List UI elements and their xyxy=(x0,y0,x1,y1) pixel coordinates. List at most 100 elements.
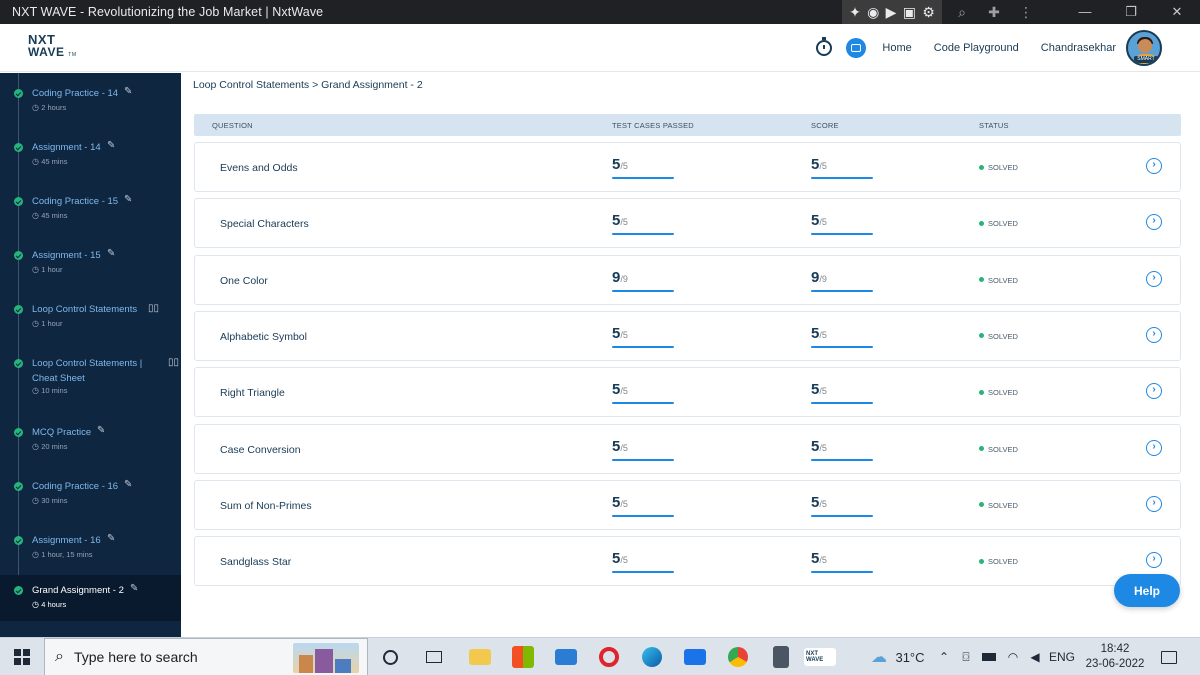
user-name[interactable]: Chandrasekhar xyxy=(1041,42,1116,54)
sidebar-item-duration: 30 mins xyxy=(32,496,67,505)
question-name[interactable]: One Color xyxy=(220,275,268,287)
video-icon[interactable]: ▶ xyxy=(886,5,897,19)
sidebar-item-label: Loop Control Statements xyxy=(32,304,138,315)
score-total: /5 xyxy=(819,217,827,228)
tests-progress-bar xyxy=(612,514,674,517)
chevron-up-icon[interactable]: ⌃ xyxy=(934,638,954,675)
start-button[interactable] xyxy=(0,638,44,675)
volume-icon[interactable]: ◀ xyxy=(1024,638,1046,675)
temperature-readout[interactable]: 31°C xyxy=(893,638,927,675)
arrow-right-icon[interactable]: › xyxy=(1146,270,1162,287)
question-name[interactable]: Right Triangle xyxy=(220,387,285,399)
question-name[interactable]: Special Characters xyxy=(220,218,309,230)
help-button[interactable]: Help xyxy=(1114,574,1180,607)
arrow-right-icon[interactable]: › xyxy=(1146,552,1162,569)
microsoft-store-icon[interactable] xyxy=(505,638,541,675)
language-indicator[interactable]: ENG xyxy=(1049,638,1075,675)
camera-icon[interactable]: ◉ xyxy=(867,5,879,19)
arrow-right-icon[interactable]: › xyxy=(1146,326,1162,343)
battery-icon[interactable] xyxy=(978,638,1000,675)
pencil-icon: ✎ xyxy=(124,86,133,97)
sidebar-item[interactable]: Assignment - 16 1 hour, 15 mins ✎ xyxy=(0,529,181,579)
question-name[interactable]: Case Conversion xyxy=(220,444,301,456)
question-name[interactable]: Alphabetic Symbol xyxy=(220,331,307,343)
arrow-right-icon[interactable]: › xyxy=(1146,439,1162,456)
question-name[interactable]: Evens and Odds xyxy=(220,162,298,174)
avatar[interactable]: SMART xyxy=(1126,30,1162,66)
wifi-icon[interactable]: ◠ xyxy=(1002,638,1024,675)
table-row[interactable]: Alphabetic Symbol 5/5 5/5 SOLVED › xyxy=(194,310,1181,361)
tests-total: /5 xyxy=(620,329,628,340)
sidebar-item[interactable]: Coding Practice - 14 2 hours ✎ xyxy=(0,82,181,132)
zoom-icon[interactable]: ⌕ xyxy=(946,4,978,21)
minimize-icon[interactable]: — xyxy=(1062,4,1108,20)
tests-progress-bar xyxy=(612,233,674,236)
opera-icon[interactable] xyxy=(591,638,627,675)
column-question: QUESTION xyxy=(212,121,253,130)
sidebar-item[interactable]: Loop Control Statements ▯▯ 1 hour xyxy=(0,298,181,348)
settings-icon[interactable]: ⚙ xyxy=(922,5,935,19)
breadcrumb[interactable]: Loop Control Statements > Grand Assignme… xyxy=(193,79,423,91)
sidebar-item[interactable]: Loop Control Statements | Cheat Sheet ▯▯ 1… xyxy=(0,352,181,412)
score-total: /5 xyxy=(819,498,827,509)
table-row[interactable]: Right Triangle 5/5 5/5 SOLVED › xyxy=(194,367,1181,418)
arrow-right-icon[interactable]: › xyxy=(1146,214,1162,231)
table-row[interactable]: Evens and Odds 5/5 5/5 SOLVED › xyxy=(194,142,1181,192)
tests-total: /5 xyxy=(620,386,628,397)
taskbar-search[interactable]: ⌕ Type here to search xyxy=(44,638,368,675)
completed-check-icon xyxy=(14,197,23,206)
file-explorer-icon[interactable] xyxy=(462,638,498,675)
nav-home-link[interactable]: Home xyxy=(882,42,911,54)
weather-icon[interactable]: ☁ xyxy=(864,638,894,675)
task-view-icon[interactable] xyxy=(416,638,452,675)
score-progress-bar xyxy=(811,233,873,236)
nxtwave-app-icon[interactable]: NXT WAVE xyxy=(804,638,836,675)
image-icon[interactable]: ▣ xyxy=(903,5,916,19)
table-row[interactable]: Sandglass Star 5/5 5/5 SOLVED › xyxy=(194,536,1181,587)
sidebar-item[interactable]: Coding Practice - 15 45 mins ✎ xyxy=(0,190,181,240)
edge-icon[interactable] xyxy=(634,638,670,675)
sidebar-item[interactable]: MCQ Practice 20 mins ✎ xyxy=(0,421,181,471)
taskbar-clock[interactable]: 18:42 23-06-2022 xyxy=(1082,638,1148,675)
nav-code-playground-link[interactable]: Code Playground xyxy=(934,42,1019,54)
sidebar-item-label: Assignment - 16 xyxy=(32,535,101,546)
status-badge: SOLVED xyxy=(979,332,1018,341)
cortana-icon[interactable] xyxy=(372,638,408,675)
chat-icon[interactable] xyxy=(846,38,867,58)
sidebar-item[interactable]: Assignment - 14 45 mins ✎ xyxy=(0,136,181,186)
table-row[interactable]: Special Characters 5/5 5/5 SOLVED › xyxy=(194,198,1181,249)
arrow-right-icon[interactable]: › xyxy=(1146,383,1162,400)
sidebar-item[interactable]: Grand Assignment - 2 4 hours ✎ xyxy=(0,575,181,621)
chrome-icon[interactable] xyxy=(720,638,756,675)
close-icon[interactable]: ✕ xyxy=(1154,4,1200,20)
tests-total: /5 xyxy=(620,161,628,171)
remote-desktop-icon[interactable] xyxy=(677,638,713,675)
table-row[interactable]: One Color 9/9 9/9 SOLVED › xyxy=(194,254,1181,305)
logo-tm: TM xyxy=(68,52,77,58)
sidebar-item-label: Coding Practice - 16 xyxy=(32,481,119,492)
arrow-right-icon[interactable]: › xyxy=(1146,495,1162,512)
restore-icon[interactable]: ❐ xyxy=(1108,4,1154,20)
camera-tray-icon[interactable]: ⌼ xyxy=(956,638,976,675)
sidebar-item[interactable]: Assignment - 15 1 hour ✎ xyxy=(0,244,181,294)
score-progress-bar xyxy=(811,402,873,405)
sidebar-item-duration: 4 hours xyxy=(32,600,66,609)
test-cases-passed: 5/5 xyxy=(612,156,674,179)
stopwatch-icon[interactable] xyxy=(816,37,833,56)
arrow-right-icon[interactable]: › xyxy=(1146,158,1162,174)
calculator-icon[interactable] xyxy=(763,638,799,675)
score-progress-bar xyxy=(811,458,873,461)
mail-icon[interactable] xyxy=(548,638,584,675)
nxtwave-logo[interactable]: NXT WAVE TM xyxy=(28,33,77,61)
notifications-icon[interactable] xyxy=(1152,638,1186,675)
window-controls: — ❐ ✕ xyxy=(1062,4,1200,20)
pin-icon[interactable]: ✦ xyxy=(849,5,861,19)
table-row[interactable]: Case Conversion 5/5 5/5 SOLVED › xyxy=(194,423,1181,474)
more-menu-icon[interactable]: ⋮ xyxy=(1010,4,1042,21)
question-name[interactable]: Sum of Non-Primes xyxy=(220,500,312,512)
app-header: NXT WAVE TM Home Code Playground Chandra… xyxy=(0,24,1200,72)
extensions-icon[interactable]: ✚ xyxy=(978,4,1010,21)
sidebar-item[interactable]: Coding Practice - 16 30 mins ✎ xyxy=(0,475,181,525)
table-row[interactable]: Sum of Non-Primes 5/5 5/5 SOLVED › xyxy=(194,479,1181,530)
question-name[interactable]: Sandglass Star xyxy=(220,556,291,568)
